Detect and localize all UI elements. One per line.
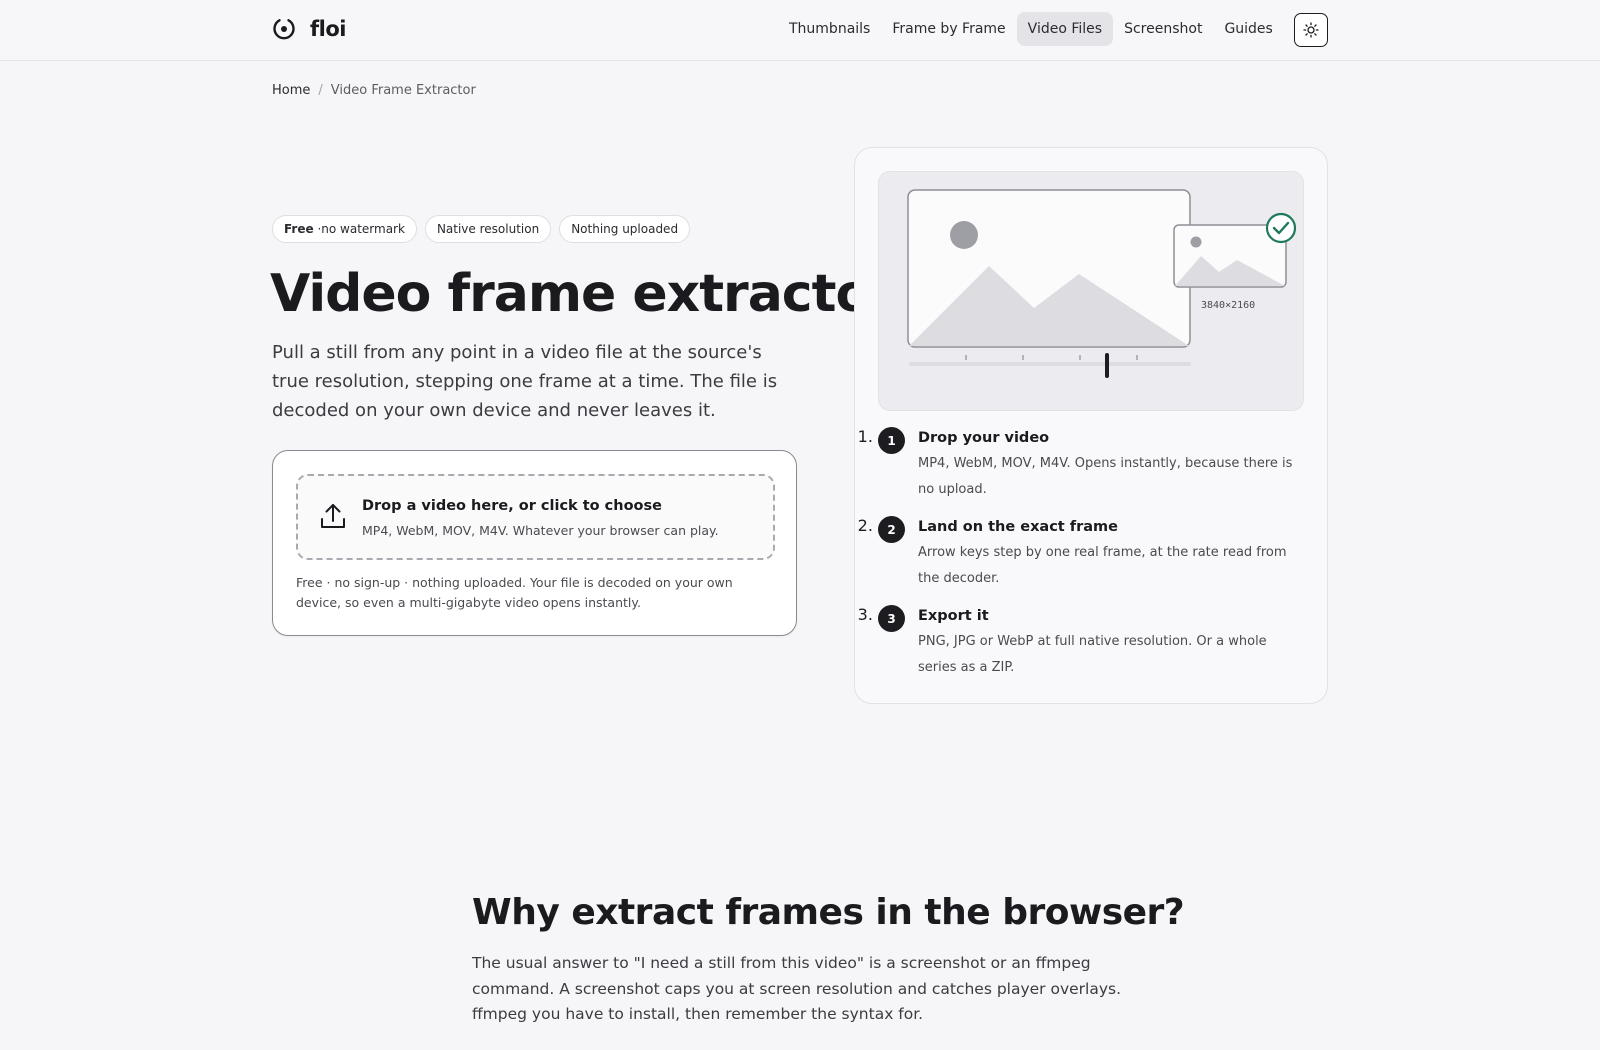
page-title: Video frame extractor (270, 264, 896, 324)
breadcrumb-current: Video Frame Extractor (330, 83, 476, 98)
step-item: 3 Export it PNG, JPG or WebP at full nat… (878, 605, 1308, 680)
step-item: 2 Land on the exact frame Arrow keys ste… (878, 516, 1308, 591)
step-description: Arrow keys step by one real frame, at th… (918, 545, 1287, 586)
breadcrumb-home[interactable]: Home (272, 83, 310, 98)
illustration-resolution-label: 3840×2160 (1201, 300, 1255, 311)
frame-extract-illustration: 3840×2160 (878, 171, 1304, 411)
nav-item-thumbnails[interactable]: Thumbnails (778, 12, 881, 46)
dropzone-title: Drop a video here, or click to choose (362, 498, 662, 514)
step-number: 3 (878, 605, 905, 632)
why-section-title: Why extract frames in the browser? (472, 892, 1185, 933)
step-number: 2 (878, 516, 905, 543)
nav-item-screenshot[interactable]: Screenshot (1113, 12, 1213, 46)
why-section-body: The usual answer to "I need a still from… (472, 954, 1122, 1023)
step-title: Export it (918, 608, 989, 624)
logo[interactable]: floi (272, 17, 346, 41)
top-navigation-bar: floi Thumbnails Frame by Frame Video Fil… (0, 0, 1600, 61)
dropzone-formats: MP4, WebM, MOV, M4V. Whatever your brows… (362, 523, 719, 538)
logo-icon (273, 19, 295, 40)
sun-icon (1303, 22, 1319, 38)
logo-text: floi (310, 17, 346, 41)
theme-toggle-button[interactable] (1294, 13, 1328, 47)
upload-icon (321, 504, 345, 528)
step-title: Drop your video (918, 430, 1050, 446)
step-description: MP4, WebM, MOV, M4V. Opens instantly, be… (918, 456, 1293, 497)
upload-note: Free · no sign-up · nothing uploaded. Yo… (296, 575, 733, 610)
upload-card: Drop a video here, or click to choose MP… (272, 450, 797, 636)
how-it-works-card: 3840×2160 1 Drop your video MP4, WebM, M… (854, 147, 1328, 704)
main-nav: Thumbnails Frame by Frame Video Files Sc… (778, 12, 1284, 46)
chip-free-text: ·no watermark (317, 222, 405, 236)
step-item: 1 Drop your video MP4, WebM, MOV, M4V. O… (878, 427, 1308, 502)
chip-nothing-uploaded: Nothing uploaded (559, 215, 691, 243)
steps-list: 1 Drop your video MP4, WebM, MOV, M4V. O… (878, 427, 1308, 694)
breadcrumb-separator: / (318, 83, 323, 98)
chip-free-bold: Free (284, 222, 314, 236)
nav-item-video-files[interactable]: Video Files (1016, 12, 1114, 46)
step-description: PNG, JPG or WebP at full native resoluti… (918, 634, 1267, 675)
page-subtitle: Pull a still from any point in a video f… (272, 342, 778, 421)
step-title: Land on the exact frame (918, 519, 1118, 535)
video-dropzone[interactable]: Drop a video here, or click to choose MP… (296, 474, 775, 560)
step-number: 1 (878, 427, 905, 454)
nav-item-frame-by-frame[interactable]: Frame by Frame (881, 12, 1016, 46)
breadcrumb: Home / Video Frame Extractor (272, 83, 476, 98)
chip-native-resolution: Native resolution (424, 215, 552, 243)
nav-item-guides[interactable]: Guides (1213, 12, 1283, 46)
chip-free: Free ·no watermark (272, 215, 417, 243)
feature-chips: Free ·no watermark Native resolution Not… (272, 215, 691, 243)
